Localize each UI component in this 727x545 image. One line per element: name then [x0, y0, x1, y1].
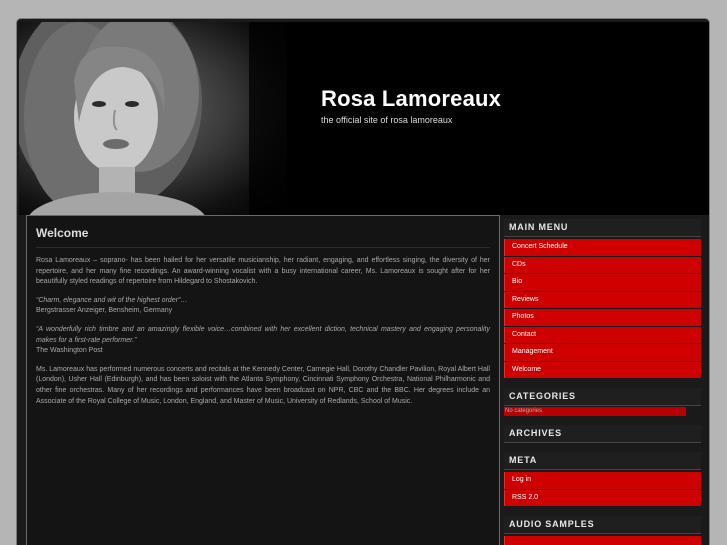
archives-heading: ARCHIVES [504, 425, 701, 443]
menu-item-reviews[interactable]: Reviews [504, 291, 701, 308]
menu-item-contact[interactable]: Contact [504, 326, 701, 343]
bio-paragraph: Ms. Lamoreaux has performed numerous con… [36, 365, 490, 405]
site-tagline: the official site of rosa lamoreaux [321, 115, 453, 125]
meta-heading: META [504, 452, 701, 470]
post-title[interactable]: Welcome [36, 226, 490, 248]
categories-heading: CATEGORIES [504, 388, 701, 406]
site-header: Rosa Lamoreaux the official site of rosa… [19, 22, 709, 215]
portrait-illustration [19, 22, 287, 215]
audio-sample-item[interactable] [504, 536, 701, 545]
menu-item-bio[interactable]: Bio [504, 274, 701, 291]
quote-source: The Washington Post [36, 347, 103, 355]
menu-item-photos[interactable]: Photos [504, 309, 701, 326]
no-categories-label: No categories [504, 407, 686, 416]
review-quote-1: “Charm, elegance and wit of the highest … [36, 296, 490, 317]
main-content: Welcome Rosa Lamoreaux – soprano- has be… [26, 215, 500, 545]
main-menu: Concert Schedule CDs Bio Reviews Photos … [504, 239, 701, 378]
review-quote-2: “A wonderfully rich timbre and an amazin… [36, 325, 490, 357]
menu-item-concert-schedule[interactable]: Concert Schedule [504, 239, 701, 256]
main-menu-heading: MAIN MENU [504, 219, 701, 237]
audio-samples-heading: AUDIO SAMPLES [504, 516, 701, 534]
header-portrait-image [19, 22, 287, 215]
sidebar: MAIN MENU Concert Schedule CDs Bio Revie… [504, 219, 701, 545]
page-frame: Rosa Lamoreaux the official site of rosa… [16, 18, 710, 545]
menu-item-cds[interactable]: CDs [504, 256, 701, 273]
quote-source: Bergstrasser Anzeiger, Bensheim, Germany [36, 307, 173, 315]
meta-menu: Log in RSS 2.0 [504, 472, 701, 506]
meta-item-log-in[interactable]: Log in [504, 472, 701, 489]
audio-samples-list [504, 536, 701, 545]
intro-paragraph: Rosa Lamoreaux – soprano- has been haile… [36, 257, 490, 286]
meta-item-rss[interactable]: RSS 2.0 [504, 489, 701, 506]
site-title[interactable]: Rosa Lamoreaux [321, 86, 501, 112]
quote-text: “Charm, elegance and wit of the highest … [36, 296, 188, 304]
quote-text: “A wonderfully rich timbre and an amazin… [36, 325, 490, 344]
menu-item-management[interactable]: Management [504, 344, 701, 361]
menu-item-welcome[interactable]: Welcome [504, 361, 701, 378]
